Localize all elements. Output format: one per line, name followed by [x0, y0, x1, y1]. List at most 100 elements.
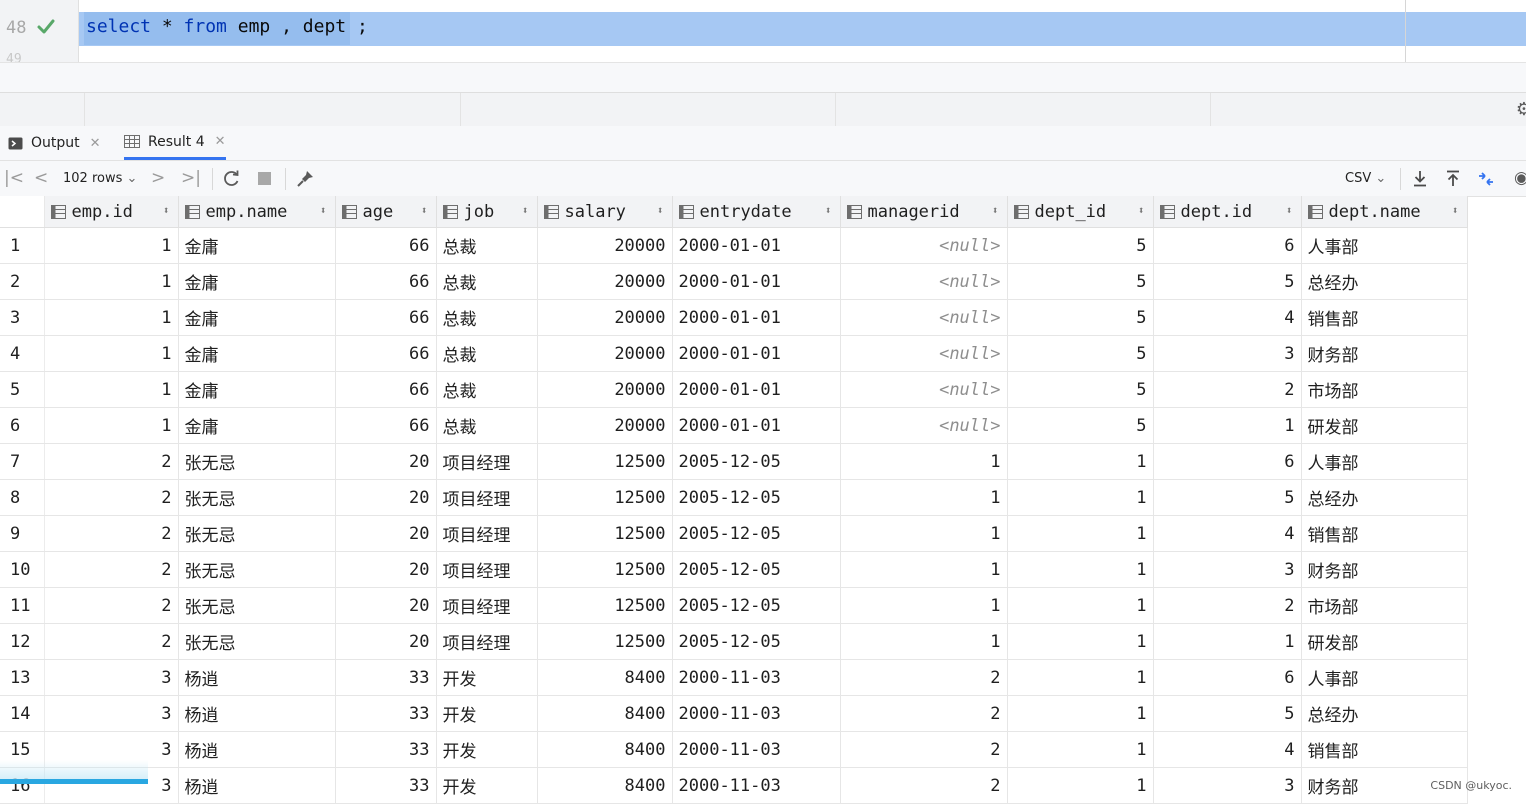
table-cell[interactable]: 3	[44, 659, 179, 696]
table-cell[interactable]: 4	[1153, 731, 1302, 768]
next-page-icon[interactable]: >	[151, 168, 165, 188]
table-cell[interactable]: 1	[1007, 695, 1154, 732]
sort-icon[interactable]: ⬍	[992, 204, 999, 217]
table-cell[interactable]: 2	[44, 623, 179, 660]
table-cell[interactable]: 2	[44, 443, 179, 480]
sort-icon[interactable]: ⬍	[522, 204, 529, 217]
view-icon[interactable]: ◉	[1514, 168, 1526, 188]
table-cell[interactable]: 1	[1007, 767, 1154, 804]
table-cell[interactable]: 总裁	[436, 299, 538, 336]
table-cell[interactable]: 张无忌	[178, 587, 336, 624]
table-cell[interactable]: 2	[44, 479, 179, 516]
table-cell[interactable]: 2000-01-01	[672, 263, 841, 300]
table-cell[interactable]: 总经办	[1301, 695, 1468, 732]
table-cell[interactable]: 66	[335, 263, 437, 300]
table-cell[interactable]: 12500	[537, 515, 673, 552]
table-cell[interactable]: 3	[1153, 335, 1302, 372]
table-cell[interactable]: 张无忌	[178, 479, 336, 516]
table-cell[interactable]: 金庸	[178, 407, 336, 444]
sort-icon[interactable]: ⬍	[825, 204, 832, 217]
upload-icon[interactable]	[1444, 169, 1462, 188]
table-cell[interactable]: 金庸	[178, 299, 336, 336]
table-cell[interactable]: 开发	[436, 695, 538, 732]
null-cell[interactable]: <null>	[840, 227, 1008, 264]
gear-icon[interactable]: ⚙	[1516, 99, 1526, 120]
table-cell[interactable]: 2	[44, 551, 179, 588]
table-cell[interactable]: 5	[1007, 371, 1154, 408]
horizontal-scrollbar[interactable]	[0, 779, 148, 784]
table-cell[interactable]: 5	[1007, 227, 1154, 264]
column-header[interactable]: entrydate ⬍	[672, 196, 841, 228]
table-cell[interactable]: 66	[335, 335, 437, 372]
table-cell[interactable]: 12500	[537, 443, 673, 480]
table-cell[interactable]: 8400	[537, 767, 673, 804]
table-cell[interactable]: 市场部	[1301, 371, 1468, 408]
table-cell[interactable]: 2	[1153, 371, 1302, 408]
table-cell[interactable]: 1	[44, 335, 179, 372]
table-cell[interactable]: 人事部	[1301, 659, 1468, 696]
table-cell[interactable]: 2000-01-01	[672, 407, 841, 444]
table-cell[interactable]: 2	[44, 515, 179, 552]
table-cell[interactable]: 8400	[537, 731, 673, 768]
table-cell[interactable]: 33	[335, 659, 437, 696]
table-cell[interactable]: 5	[1153, 695, 1302, 732]
table-cell[interactable]: 1	[1007, 479, 1154, 516]
table-cell[interactable]: 研发部	[1301, 623, 1468, 660]
table-row[interactable]: 8 2 张无忌 20 项目经理 12500 2005-12-05 1 1 5 总经办	[0, 479, 1468, 516]
table-cell[interactable]: 研发部	[1301, 407, 1468, 444]
table-cell[interactable]: 3	[1153, 767, 1302, 804]
column-header[interactable]: job ⬍	[436, 196, 538, 228]
table-cell[interactable]: 12500	[537, 479, 673, 516]
table-cell[interactable]: 5	[1007, 335, 1154, 372]
table-cell[interactable]: 20	[335, 587, 437, 624]
table-cell[interactable]: 总裁	[436, 407, 538, 444]
table-cell[interactable]: 2	[840, 695, 1008, 732]
sort-icon[interactable]: ⬍	[1452, 204, 1459, 217]
null-cell[interactable]: <null>	[840, 299, 1008, 336]
table-cell[interactable]: 1	[840, 587, 1008, 624]
table-row[interactable]: 6 1 金庸 66 总裁 20000 2000-01-01 <null> 5 1 研发部	[0, 407, 1468, 444]
table-cell[interactable]: 2	[840, 767, 1008, 804]
table-cell[interactable]: 2005-12-05	[672, 623, 841, 660]
table-cell[interactable]: 开发	[436, 767, 538, 804]
table-cell[interactable]: 20000	[537, 227, 673, 264]
table-cell[interactable]: 金庸	[178, 371, 336, 408]
column-header[interactable]: dept.id ⬍	[1153, 196, 1302, 228]
table-cell[interactable]: 12500	[537, 587, 673, 624]
table-cell[interactable]: 项目经理	[436, 515, 538, 552]
table-cell[interactable]: 金庸	[178, 227, 336, 264]
table-cell[interactable]: 20	[335, 623, 437, 660]
table-cell[interactable]: 项目经理	[436, 443, 538, 480]
null-cell[interactable]: <null>	[840, 371, 1008, 408]
table-cell[interactable]: 金庸	[178, 263, 336, 300]
table-cell[interactable]: 66	[335, 407, 437, 444]
table-row[interactable]: 3 1 金庸 66 总裁 20000 2000-01-01 <null> 5 4 销售部	[0, 299, 1468, 336]
table-cell[interactable]: 2	[840, 659, 1008, 696]
table-cell[interactable]: 项目经理	[436, 551, 538, 588]
table-cell[interactable]: 5	[1007, 407, 1154, 444]
table-cell[interactable]: 1	[44, 227, 179, 264]
download-icon[interactable]	[1411, 169, 1429, 188]
table-cell[interactable]: 张无忌	[178, 515, 336, 552]
table-cell[interactable]: 66	[335, 371, 437, 408]
table-cell[interactable]: 33	[335, 767, 437, 804]
column-header[interactable]: dept_id ⬍	[1007, 196, 1154, 228]
table-cell[interactable]: 财务部	[1301, 335, 1468, 372]
compare-icon[interactable]	[1476, 169, 1496, 189]
table-cell[interactable]: 2005-12-05	[672, 515, 841, 552]
table-cell[interactable]: 12500	[537, 551, 673, 588]
table-cell[interactable]: 1	[1007, 587, 1154, 624]
sort-icon[interactable]: ⬍	[1286, 204, 1293, 217]
table-cell[interactable]: 1	[840, 515, 1008, 552]
sort-icon[interactable]: ⬍	[320, 204, 327, 217]
table-row[interactable]: 11 2 张无忌 20 项目经理 12500 2005-12-05 1 1 2 市场部	[0, 587, 1468, 624]
table-cell[interactable]: 1	[1007, 731, 1154, 768]
table-cell[interactable]: 1	[44, 371, 179, 408]
previous-page-icon[interactable]: <	[34, 168, 48, 188]
table-cell[interactable]: 2	[1153, 587, 1302, 624]
table-cell[interactable]: 总经办	[1301, 479, 1468, 516]
table-cell[interactable]: 3	[44, 695, 179, 732]
table-cell[interactable]: 66	[335, 299, 437, 336]
table-cell[interactable]: 1	[44, 407, 179, 444]
table-cell[interactable]: 销售部	[1301, 515, 1468, 552]
